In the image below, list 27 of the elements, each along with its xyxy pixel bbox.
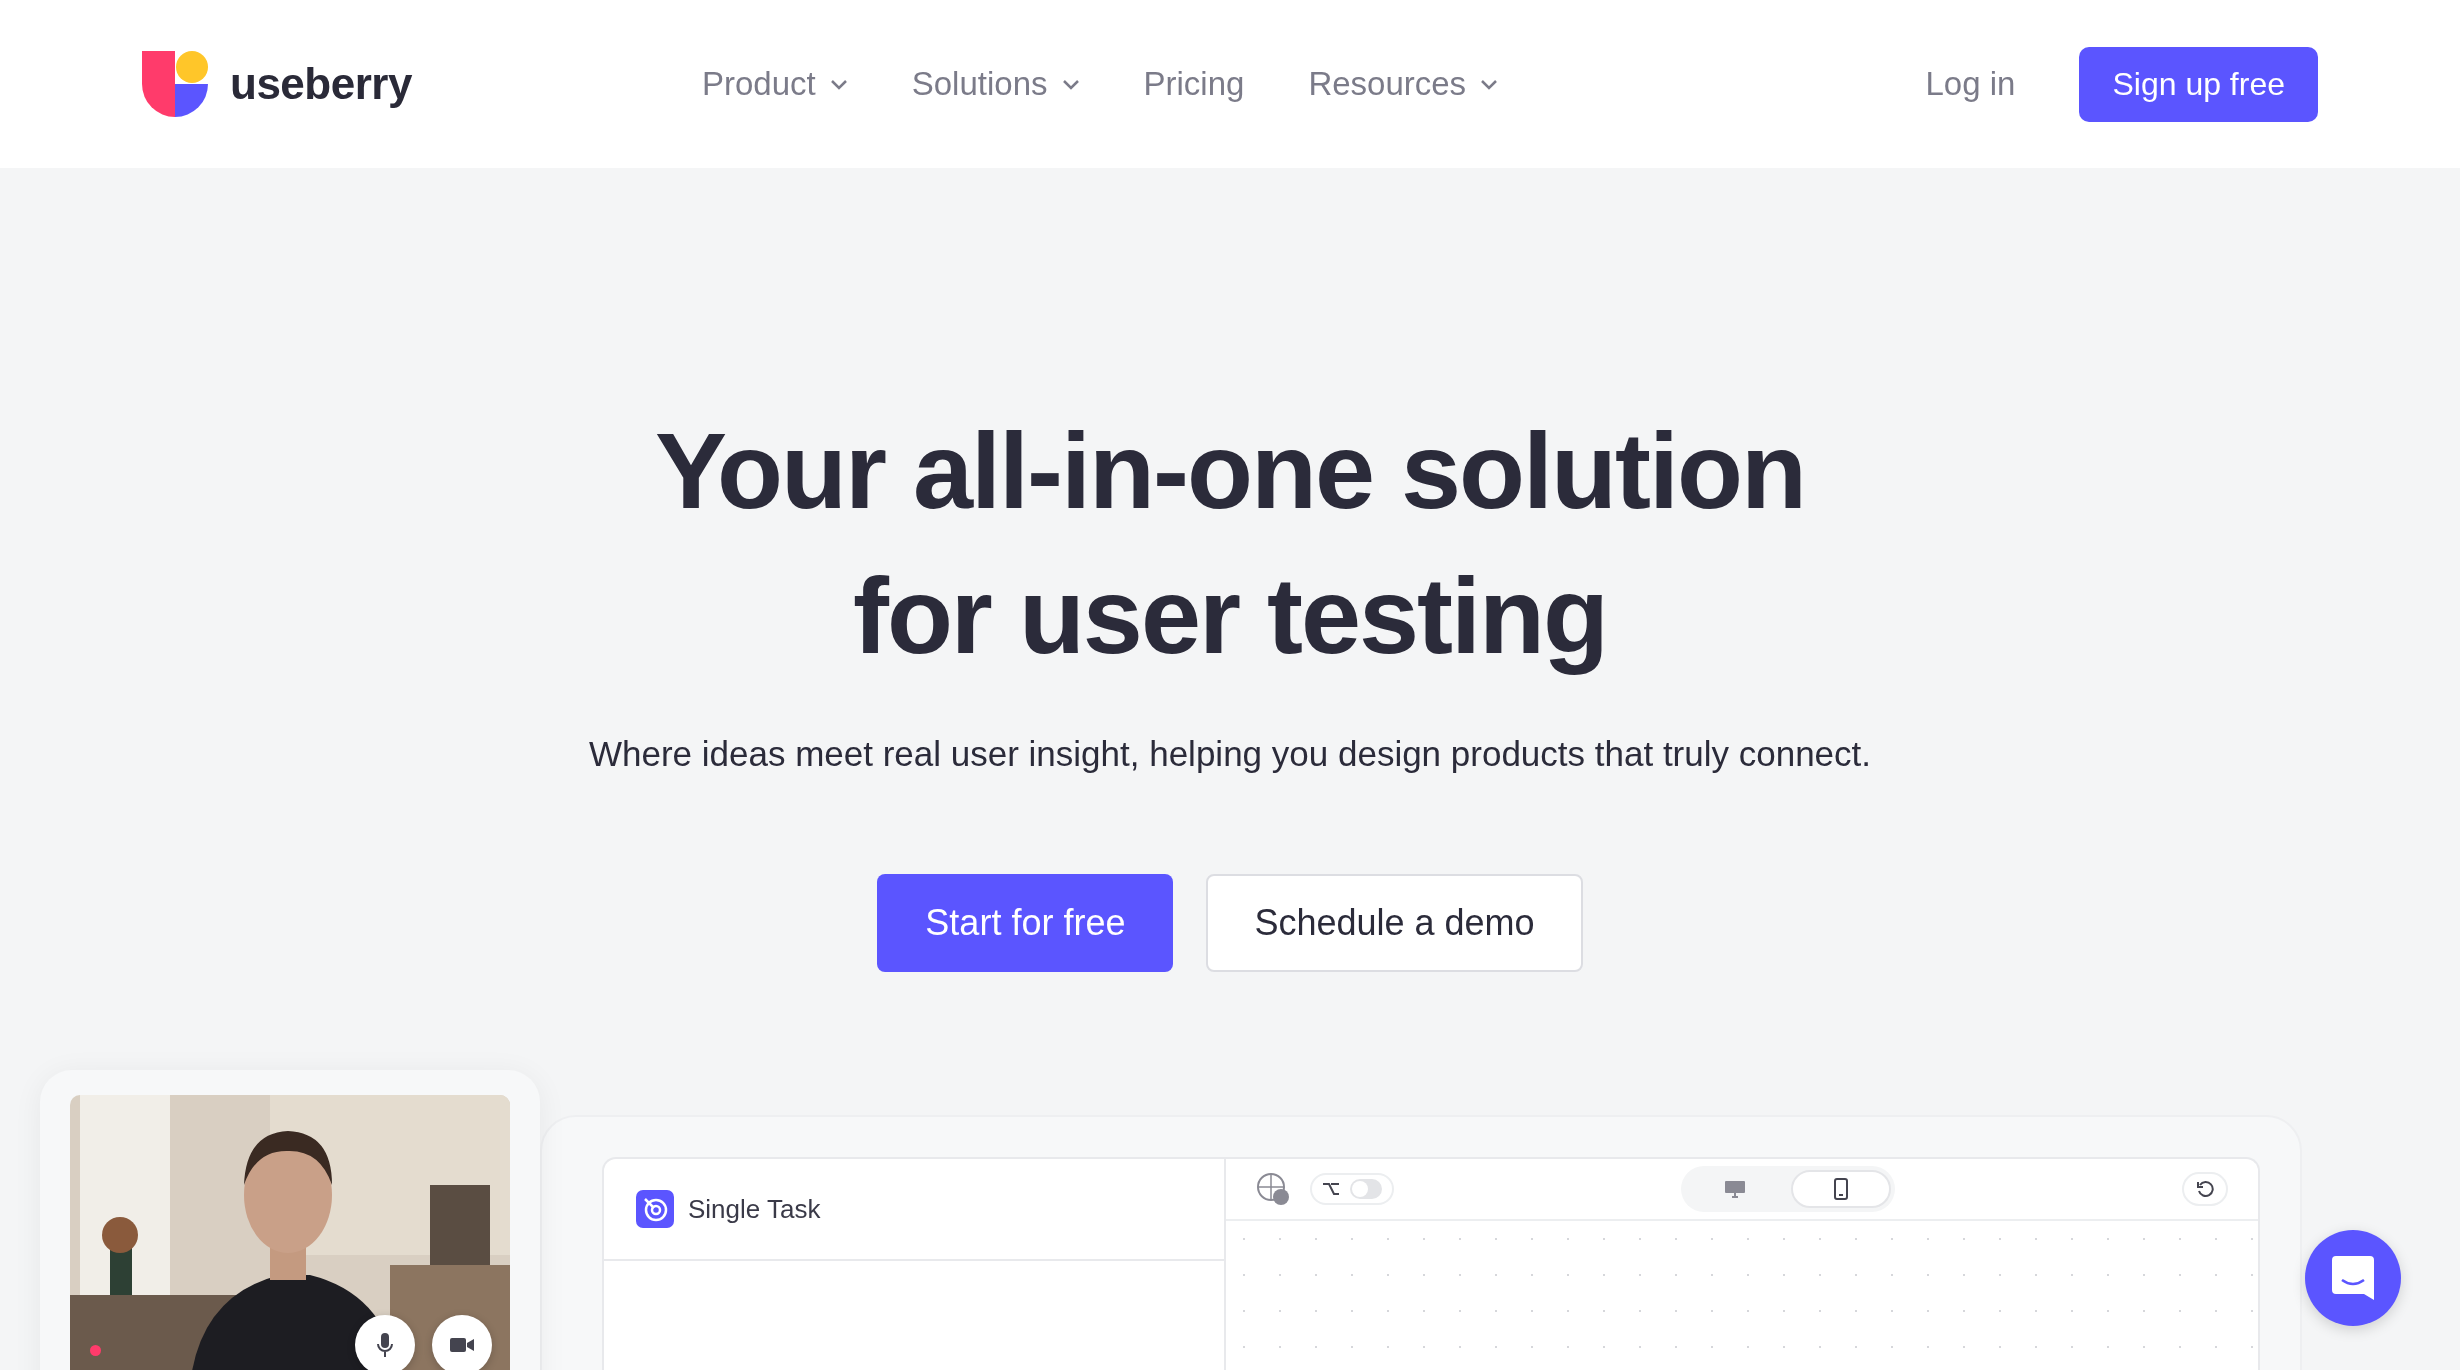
signup-button[interactable]: Sign up free [2079,46,2318,122]
chat-button[interactable] [2305,1230,2401,1326]
nav-link[interactable]: Resources [1308,65,1499,103]
demo-button[interactable]: Schedule a demo [1206,874,1583,972]
task-title: Single Task [688,1193,821,1225]
microphone-icon [376,1332,394,1358]
brand-name: useberry [230,59,412,109]
branch-icon [1322,1181,1340,1197]
chat-icon [2332,1256,2374,1300]
flow-toggle[interactable] [1310,1173,1394,1205]
reset-button[interactable] [2182,1172,2228,1206]
nav-link[interactable]: Solutions [911,65,1080,103]
hero-subtitle: Where ideas meet real user insight, helping you design products that truly connect. [588,734,1872,774]
login-link[interactable]: Log in [1925,65,2016,103]
nav-link[interactable]: Product [702,65,848,103]
nav-link[interactable]: Pricing [1143,65,1245,103]
start-button[interactable]: Start for free [877,874,1174,972]
globe-edit-icon[interactable] [1256,1172,1290,1206]
phone-icon [1834,1178,1848,1200]
hero-title: Your all-in-one solution for user testing [655,409,1805,678]
video-camera-icon [450,1337,474,1353]
logo-icon [142,51,208,117]
device-tab[interactable] [1791,1170,1891,1208]
target-icon [636,1190,674,1228]
monitor-icon [1724,1180,1746,1198]
undo-icon [2196,1180,2214,1198]
toggle-switch[interactable] [1350,1179,1382,1199]
